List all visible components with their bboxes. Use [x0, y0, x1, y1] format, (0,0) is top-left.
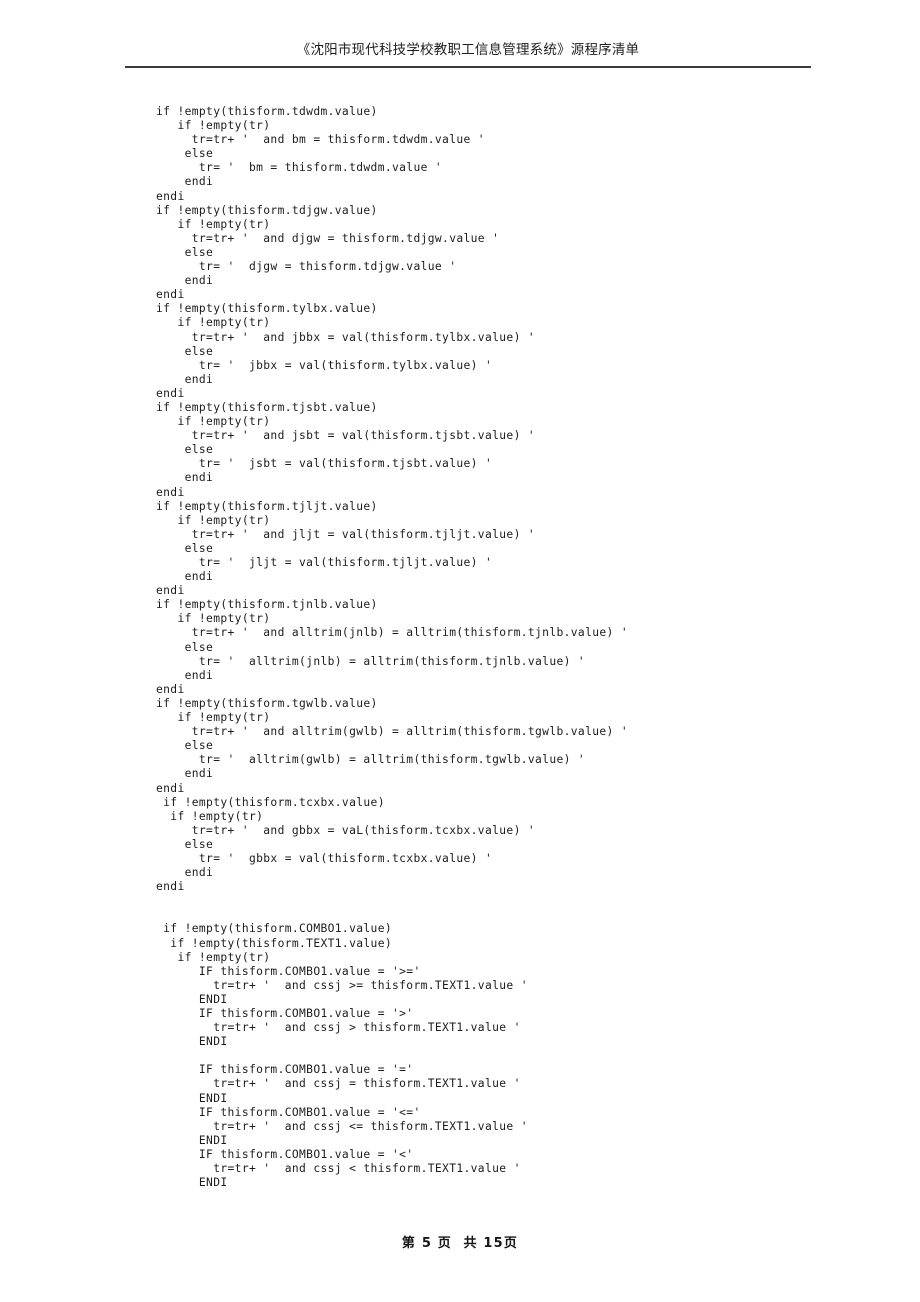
code-line: tr=tr+ ' and cssj <= thisform.TEXT1.valu…	[156, 1119, 528, 1133]
code-line: IF thisform.COMBO1.value = '<'	[156, 1147, 414, 1161]
code-line: tr=tr+ ' and cssj > thisform.TEXT1.value…	[156, 1021, 521, 1035]
code-line: tr=tr+ ' and jbbx = val(thisform.tylbx.v…	[156, 330, 536, 344]
code-line: endi	[156, 471, 214, 485]
page-footer: 第 5 页 共 15页	[0, 1234, 920, 1254]
code-line: if !empty(tr)	[156, 612, 271, 626]
code-line: else	[156, 541, 214, 555]
page-header: 《沈阳市现代科技学校教职工信息管理系统》源程序清单	[125, 40, 811, 60]
code-line: endi	[156, 288, 185, 302]
code-line: else	[156, 739, 214, 753]
code-line: tr=tr+ ' and jljt = val(thisform.tjljt.v…	[156, 527, 536, 541]
code-line: if !empty(thisform.COMBO1.value)	[156, 922, 392, 936]
code-line: if !empty(tr)	[156, 119, 271, 133]
code-line: if !empty(tr)	[156, 415, 271, 429]
code-line: endi	[156, 175, 214, 189]
code-line: tr= ' bm = thisform.tdwdm.value '	[156, 161, 443, 175]
code-line: tr= ' alltrim(jnlb) = alltrim(thisform.t…	[156, 654, 586, 668]
code-line: else	[156, 837, 214, 851]
code-line: if !empty(tr)	[156, 950, 271, 964]
code-line: if !empty(tr)	[156, 711, 271, 725]
code-line: endi	[156, 570, 214, 584]
code-line: IF thisform.COMBO1.value = '<='	[156, 1105, 421, 1119]
code-line: if !empty(thisform.tdwdm.value)	[156, 105, 378, 118]
code-line: tr=tr+ ' and cssj < thisform.TEXT1.value…	[156, 1162, 521, 1176]
code-line: endi	[156, 682, 185, 696]
code-line: if !empty(tr)	[156, 316, 271, 330]
code-line: else	[156, 640, 214, 654]
code-line: endi	[156, 485, 185, 499]
code-line: tr=tr+ ' and alltrim(jnlb) = alltrim(thi…	[156, 626, 628, 640]
code-line: if !empty(thisform.tgwlb.value)	[156, 696, 378, 710]
code-line: endi	[156, 866, 214, 880]
code-line: endi	[156, 372, 214, 386]
code-line: tr=tr+ ' and djgw = thisform.tdjgw.value…	[156, 231, 500, 245]
code-line: endi	[156, 386, 185, 400]
code-line: if !empty(thisform.tjnlb.value)	[156, 598, 378, 612]
code-line: ENDI	[156, 992, 228, 1006]
code-line: tr= ' djgw = thisform.tdjgw.value '	[156, 260, 457, 274]
code-line: tr=tr+ ' and cssj >= thisform.TEXT1.valu…	[156, 978, 528, 992]
code-line: if !empty(thisform.tcxbx.value)	[156, 795, 385, 809]
code-line: tr=tr+ ' and cssj = thisform.TEXT1.value…	[156, 1077, 521, 1091]
code-line: IF thisform.COMBO1.value = '>='	[156, 964, 421, 978]
code-line: ENDI	[156, 1176, 228, 1190]
code-line: ENDI	[156, 1091, 228, 1105]
code-line: if !empty(thisform.tdjgw.value)	[156, 203, 378, 217]
header-title: 《沈阳市现代科技学校教职工信息管理系统》源程序清单	[296, 42, 640, 58]
code-line: tr= ' gbbx = val(thisform.tcxbx.value) '	[156, 851, 493, 865]
code-line: if !empty(tr)	[156, 809, 264, 823]
code-line: else	[156, 344, 214, 358]
code-line: endi	[156, 189, 185, 203]
code-line: tr= ' jsbt = val(thisform.tjsbt.value) '	[156, 457, 493, 471]
code-line: tr=tr+ ' and gbbx = vaL(thisform.tcxbx.v…	[156, 823, 536, 837]
code-line: if !empty(thisform.TEXT1.value)	[156, 936, 392, 950]
code-line: tr=tr+ ' and alltrim(gwlb) = alltrim(thi…	[156, 725, 628, 739]
code-line: endi	[156, 584, 185, 598]
code-line: endi	[156, 274, 214, 288]
document-page: 《沈阳市现代科技学校教职工信息管理系统》源程序清单 if !empty(this…	[0, 0, 920, 1302]
code-line: else	[156, 245, 214, 259]
code-line: endi	[156, 880, 185, 894]
code-line: if !empty(tr)	[156, 217, 271, 231]
code-line: IF thisform.COMBO1.value = '>'	[156, 1007, 414, 1020]
code-line: tr= ' jljt = val(thisform.tjljt.value) '	[156, 556, 493, 569]
code-line: endi	[156, 781, 185, 795]
code-line: endi	[156, 668, 214, 682]
code-line: else	[156, 443, 214, 457]
code-line: if !empty(thisform.tylbx.value)	[156, 302, 378, 316]
code-line: if !empty(thisform.tjljt.value)	[156, 499, 378, 513]
code-line: if !empty(tr)	[156, 513, 271, 527]
code-line: IF thisform.COMBO1.value = '='	[156, 1063, 414, 1077]
code-line: if !empty(thisform.tjsbt.value)	[156, 400, 378, 414]
code-line: endi	[156, 767, 214, 781]
code-line: tr=tr+ ' and jsbt = val(thisform.tjsbt.v…	[156, 429, 536, 443]
source-code-listing: if !empty(thisform.tdwdm.value) if !empt…	[156, 105, 856, 1190]
code-line: ENDI	[156, 1133, 228, 1147]
code-line: tr= ' jbbx = val(thisform.tylbx.value) '	[156, 358, 493, 372]
code-line: tr=tr+ ' and bm = thisform.tdwdm.value '	[156, 133, 485, 147]
code-line: else	[156, 147, 214, 161]
page-number-label: 第 5 页 共 15页	[401, 1236, 519, 1251]
code-line: tr= ' alltrim(gwlb) = alltrim(thisform.t…	[156, 753, 586, 767]
code-line: ENDI	[156, 1035, 228, 1049]
header-divider	[125, 66, 811, 68]
